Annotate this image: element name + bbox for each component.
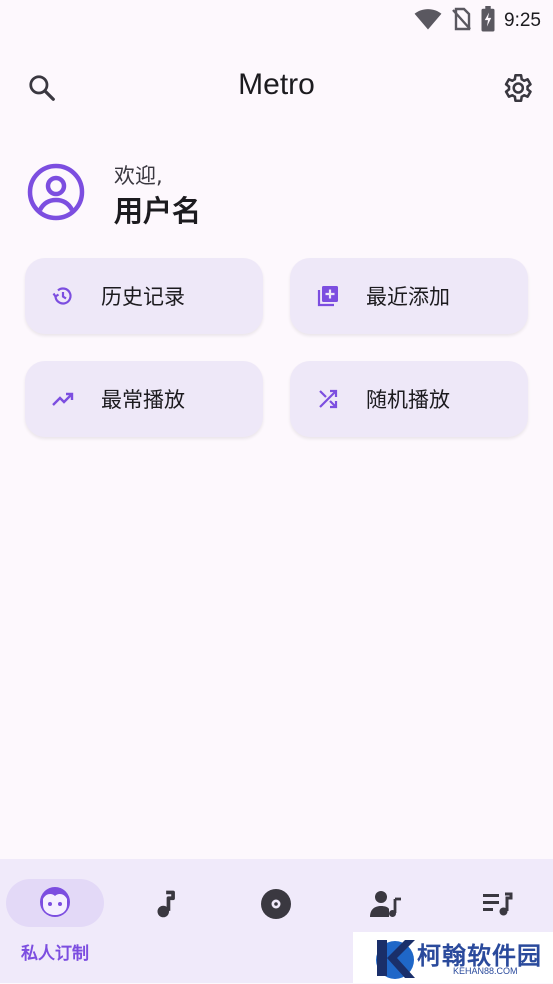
status-bar: 9:25 [0,0,553,38]
no-sim-icon [450,7,472,35]
history-label: 历史记录 [101,285,185,309]
battery-charging-icon [480,6,496,36]
watermark: 柯翰软件园 KEHAN88.COM [353,932,553,983]
top-app-bar: Metro [0,60,553,116]
status-icons: 9:25 [414,6,541,36]
settings-icon[interactable] [499,70,535,106]
trending-up-icon [50,386,76,412]
watermark-subtext: KEHAN88.COM [453,966,518,976]
most-played-label: 最常播放 [101,388,185,412]
playlist-icon [480,887,514,921]
status-time: 9:25 [504,10,541,31]
nav-item-songs[interactable] [110,859,220,983]
history-icon [50,283,76,309]
library-add-icon [315,283,341,309]
music-note-icon [148,887,182,921]
shuffle-icon [315,386,341,412]
wifi-icon [414,7,442,35]
artist-icon [369,887,403,921]
most-played-button[interactable]: 最常播放 [25,361,263,437]
nav-label-for-you: 私人订制 [21,944,89,964]
welcome-text: 欢迎, [114,164,163,188]
user-name: 用户名 [114,194,202,228]
shuffle-label: 随机播放 [366,388,450,412]
recently-added-button[interactable]: 最近添加 [290,258,528,334]
recently-added-label: 最近添加 [366,285,450,309]
history-button[interactable]: 历史记录 [25,258,263,334]
app-title: Metro [238,68,315,101]
nav-item-for-you[interactable]: 私人订制 [0,859,110,983]
face-icon [38,885,72,919]
kehan-logo [373,936,415,980]
nav-item-albums[interactable] [221,859,331,983]
shuffle-button[interactable]: 随机播放 [290,361,528,437]
account-circle-icon [26,162,86,222]
album-icon [259,887,293,921]
